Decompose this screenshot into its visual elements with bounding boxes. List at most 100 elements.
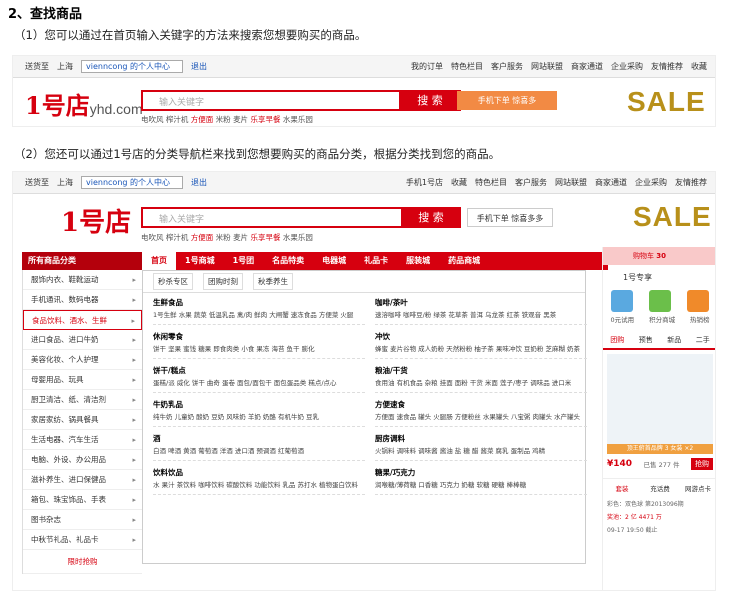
points-icon[interactable] bbox=[649, 290, 671, 312]
search-input[interactable]: 输入关键字 bbox=[141, 207, 403, 228]
link-favorite[interactable]: 收藏 bbox=[451, 177, 467, 188]
group-title[interactable]: 糖果/巧克力 bbox=[375, 467, 587, 478]
logout-link[interactable]: 退出 bbox=[191, 61, 207, 72]
group-title[interactable]: 冲饮 bbox=[375, 331, 587, 342]
group-title[interactable]: 生鲜食品 bbox=[153, 297, 365, 308]
group-items[interactable]: 食用油 有机食品 杂粮 挂面 面粉 干货 米面 莲子/枣子 调味品 进口米 bbox=[375, 378, 587, 393]
link-recommend[interactable]: 友情推荐 bbox=[651, 61, 683, 72]
tab-phone-topup[interactable]: 充话费 bbox=[641, 479, 679, 497]
buy-button[interactable]: 抢购 bbox=[690, 458, 713, 470]
nav-electric[interactable]: 电器城 bbox=[313, 252, 355, 270]
category-dropdown: 秒杀专区 团购时刻 秋季养生 生鲜食品 1号生鲜 水果 蔬菜 低温乳品 禽/肉 鲜… bbox=[142, 270, 587, 564]
logout-link[interactable]: 退出 bbox=[191, 177, 207, 188]
link-favorite[interactable]: 收藏 bbox=[691, 61, 707, 72]
link-merchant[interactable]: 商家通道 bbox=[571, 61, 603, 72]
group-items[interactable]: 1号生鲜 水果 蔬菜 低温乳品 禽/肉 鲜肉 大闸蟹 速冻食品 方便菜 火腿 bbox=[153, 310, 365, 325]
logo[interactable]: 1号店 bbox=[61, 202, 131, 239]
link-service[interactable]: 客户服务 bbox=[515, 177, 547, 188]
link-enterprise[interactable]: 企业采购 bbox=[611, 61, 643, 72]
group-title[interactable]: 咖啡/茶叶 bbox=[375, 297, 587, 308]
city-select[interactable]: 上海 bbox=[57, 61, 73, 72]
group-title[interactable]: 饼干/糕点 bbox=[153, 365, 365, 376]
group-items[interactable]: 蛋糕/派 威化 饼干 曲奇 蛋卷 面包/面包干 面包蛋品类 糕点/点心 bbox=[153, 378, 365, 393]
category-item[interactable]: 中秋节礼品、礼品卡 bbox=[23, 530, 142, 550]
search-button[interactable]: 搜 索 bbox=[401, 207, 461, 228]
nav-group[interactable]: 1号团 bbox=[224, 252, 264, 270]
group-title[interactable]: 酒 bbox=[153, 433, 365, 444]
tab-used[interactable]: 二手 bbox=[689, 332, 716, 348]
group-items[interactable]: 速溶咖啡 咖啡豆/粉 绿茶 花草茶 普洱 乌龙茶 红茶 铁观音 黑茶 bbox=[375, 310, 587, 325]
category-item[interactable]: 图书杂志 bbox=[23, 510, 142, 530]
group-title[interactable]: 牛奶乳品 bbox=[153, 399, 365, 410]
group-items[interactable]: 水 果汁 茶饮料 咖啡饮料 碳酸饮料 功能饮料 乳品 苏打水 植物蛋白饮料 bbox=[153, 480, 365, 495]
category-item[interactable]: 家居家纺、锅具餐具 bbox=[23, 410, 142, 430]
category-item[interactable]: 厨卫清洁、纸、清洁剂 bbox=[23, 390, 142, 410]
group-items[interactable]: 方便面 速食品 罐头 火腿肠 方便粉丝 水果罐头 八宝粥 肉罐头 水产罐头 bbox=[375, 412, 587, 427]
tab-new[interactable]: 新品 bbox=[660, 332, 689, 348]
user-center-link[interactable]: vienncong 的个人中心 bbox=[81, 60, 184, 73]
category-item[interactable]: 母婴用品、玩具 bbox=[23, 370, 142, 390]
price: ¥140 bbox=[607, 459, 633, 469]
paragraph-2: （2）您还可以通过1号店的分类导航栏来找到您想要购买的商品分类，根据分类找到您的… bbox=[14, 147, 501, 161]
deliver-label: 送货至 bbox=[25, 62, 49, 71]
nav-brand[interactable]: 名品特卖 bbox=[263, 252, 313, 270]
nav-mall[interactable]: 1号商城 bbox=[176, 252, 224, 270]
tab-groupbuy[interactable]: 团购 bbox=[603, 332, 632, 348]
category-item[interactable]: 美容化妆、个人护理 bbox=[23, 350, 142, 370]
search-input[interactable]: 输入关键字 bbox=[141, 90, 401, 111]
link-union[interactable]: 网站联盟 bbox=[531, 61, 563, 72]
category-item[interactable]: 服饰内衣、鞋靴运动 bbox=[23, 270, 142, 290]
tab-presale[interactable]: 预售 bbox=[632, 332, 661, 348]
link-enterprise[interactable]: 企业采购 bbox=[635, 177, 667, 188]
tab-autumn[interactable]: 秋季养生 bbox=[253, 273, 293, 290]
product-image[interactable]: 顶王俯首品牌 3 女装 ×2 bbox=[607, 354, 713, 454]
group-items[interactable]: 火锅料 调味料 调味酱 酱油 盐 糖 醋 酱菜 腐乳 蛋制品 鸡精 bbox=[375, 446, 587, 461]
trial-icon[interactable] bbox=[611, 290, 633, 312]
logo[interactable]: 1号店yhd.com bbox=[25, 86, 143, 121]
group-items[interactable]: 纯牛奶 儿童奶 酸奶 豆奶 风味奶 羊奶 奶酪 有机牛奶 豆乳 bbox=[153, 412, 365, 427]
sale-banner[interactable]: SALE bbox=[633, 203, 712, 231]
all-categories[interactable]: 所有商品分类 bbox=[22, 252, 142, 270]
group-items[interactable]: 润喉糖/薄荷糖 口香糖 巧克力 奶糖 软糖 硬糖 棒棒糖 bbox=[375, 480, 587, 495]
link-recommend[interactable]: 友情推荐 bbox=[675, 177, 707, 188]
link-merchant[interactable]: 商家通道 bbox=[595, 177, 627, 188]
group-title[interactable]: 饮料饮品 bbox=[153, 467, 365, 478]
nav-clothing[interactable]: 服装城 bbox=[397, 252, 439, 270]
nav-pharmacy[interactable]: 药品商城 bbox=[439, 252, 489, 270]
category-item[interactable]: 手机通讯、数码电器 bbox=[23, 290, 142, 310]
link-service[interactable]: 客户服务 bbox=[491, 61, 523, 72]
tab-group[interactable]: 团购时刻 bbox=[203, 273, 243, 290]
sale-banner[interactable]: SALE bbox=[627, 88, 706, 116]
group-title[interactable]: 休闲零食 bbox=[153, 331, 365, 342]
nav-giftcard[interactable]: 礼品卡 bbox=[355, 252, 397, 270]
category-item[interactable]: 滋补养生、进口保健品 bbox=[23, 470, 142, 490]
tab-flash[interactable]: 秒杀专区 bbox=[153, 273, 193, 290]
nav-home[interactable]: 首页 bbox=[142, 252, 176, 270]
category-item[interactable]: 进口食品、进口牛奶 bbox=[23, 330, 142, 350]
tab-game-card[interactable]: 网游点卡 bbox=[679, 479, 715, 497]
city-select[interactable]: 上海 bbox=[57, 177, 73, 188]
category-item[interactable]: 生活电器、汽车生活 bbox=[23, 430, 142, 450]
group-title[interactable]: 厨房调料 bbox=[375, 433, 587, 444]
category-item[interactable]: 箱包、珠宝饰品、手表 bbox=[23, 490, 142, 510]
link-features[interactable]: 特色栏目 bbox=[475, 177, 507, 188]
tab-set[interactable]: 套装 bbox=[603, 479, 641, 497]
search-button[interactable]: 搜 索 bbox=[399, 90, 461, 111]
group-items[interactable]: 饼干 坚果 蜜饯 糖果 即食肉类 小食 果冻 海苔 鱼干 膨化 bbox=[153, 344, 365, 359]
group-title[interactable]: 粮油/干货 bbox=[375, 365, 587, 376]
flash-sale-link[interactable]: 限时抢购 bbox=[23, 550, 142, 574]
category-item-food[interactable]: 食品饮料、酒水、生鲜 bbox=[23, 310, 142, 331]
link-orders[interactable]: 我的订单 bbox=[411, 61, 443, 72]
link-mobile[interactable]: 手机1号店 bbox=[406, 177, 443, 188]
link-union[interactable]: 网站联盟 bbox=[555, 177, 587, 188]
link-features[interactable]: 特色栏目 bbox=[451, 61, 483, 72]
mobile-order-banner[interactable]: 手机下单 惊喜多 bbox=[457, 91, 557, 110]
user-center-link[interactable]: vienncong 的个人中心 bbox=[81, 176, 184, 189]
group-items[interactable]: 白酒 啤酒 黄酒 葡萄酒 洋酒 进口酒 预调酒 红葡萄酒 bbox=[153, 446, 365, 461]
group-items[interactable]: 蜂蜜 麦片谷物 成人奶粉 天然粉粉 柚子茶 果味冲饮 豆奶粉 芝麻糊 奶茶 bbox=[375, 344, 587, 359]
cart-button[interactable]: 购物车 30 bbox=[603, 247, 715, 265]
hot-list-icon[interactable] bbox=[687, 290, 709, 312]
group-title[interactable]: 方便速食 bbox=[375, 399, 587, 410]
category-item[interactable]: 电脑、外设、办公用品 bbox=[23, 450, 142, 470]
mobile-order-banner[interactable]: 手机下单 惊喜多多 bbox=[467, 208, 553, 227]
